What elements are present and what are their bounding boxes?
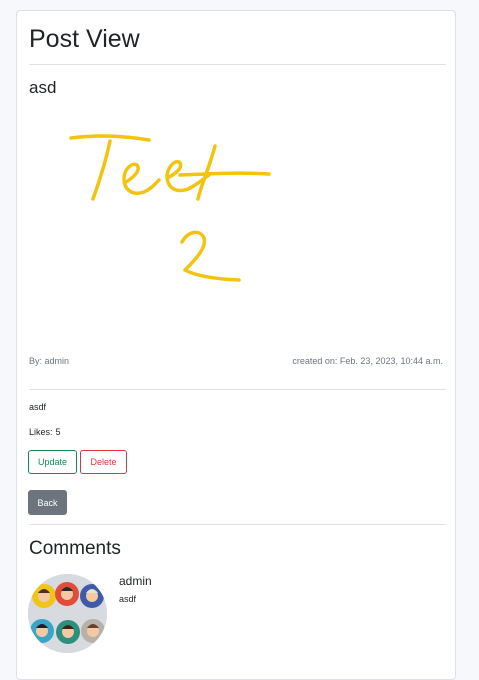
post-body: asdf xyxy=(29,402,47,412)
likes-label: Likes: xyxy=(29,427,53,437)
post-author: By: admin xyxy=(29,356,69,366)
page-title: Post View xyxy=(29,25,140,53)
post-title: asd xyxy=(29,78,57,97)
post-created-date: created on: Feb. 23, 2023, 10:44 a.m. xyxy=(292,356,443,366)
likes-count: Likes: 5 xyxy=(29,427,61,437)
delete-button[interactable]: Delete xyxy=(80,450,127,474)
back-button[interactable]: Back xyxy=(28,490,67,515)
avatar xyxy=(28,574,107,653)
comments-heading: Comments xyxy=(29,538,121,559)
post-card: Post View asd By: admin created on: Feb.… xyxy=(16,10,456,680)
likes-value: 5 xyxy=(55,427,61,437)
comments-divider xyxy=(29,524,446,525)
comment-text: asdf xyxy=(119,594,137,604)
author-prefix: By: xyxy=(29,356,43,366)
meta-divider xyxy=(29,389,446,390)
post-image xyxy=(69,134,271,282)
update-button[interactable]: Update xyxy=(28,450,77,474)
avatar-group-icon xyxy=(28,574,107,653)
title-divider xyxy=(29,64,446,65)
comment-author: admin xyxy=(119,574,152,588)
author-name: admin xyxy=(44,356,70,366)
